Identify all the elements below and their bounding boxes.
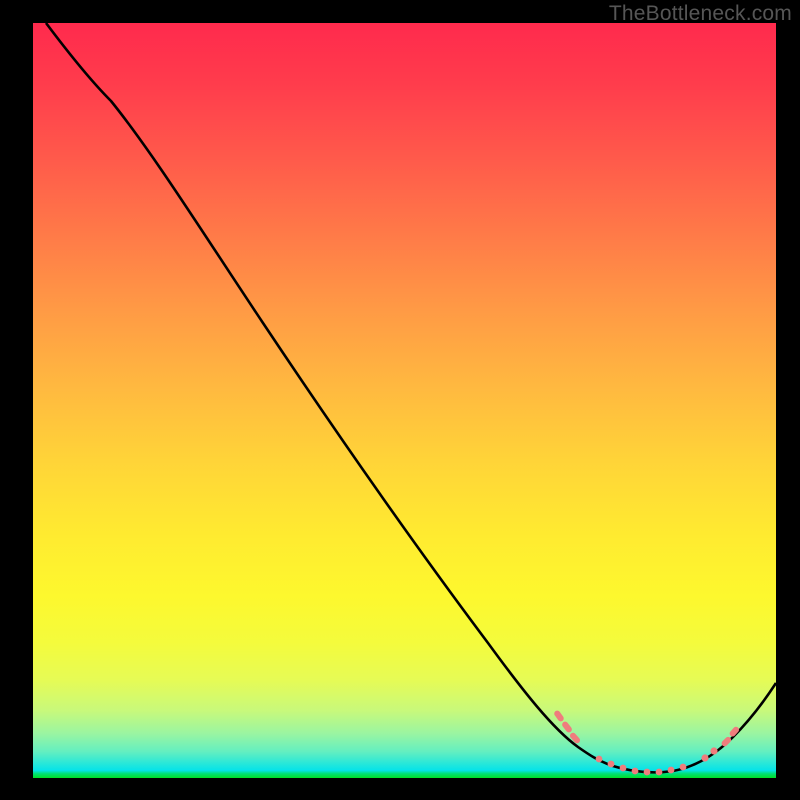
chart-svg	[33, 23, 776, 778]
watermark-text: TheBottleneck.com	[609, 2, 792, 26]
optimal-zone-markers	[553, 709, 740, 775]
plot-area	[33, 23, 776, 778]
chart-frame: TheBottleneck.com	[0, 0, 800, 800]
bottleneck-curve	[46, 23, 776, 772]
